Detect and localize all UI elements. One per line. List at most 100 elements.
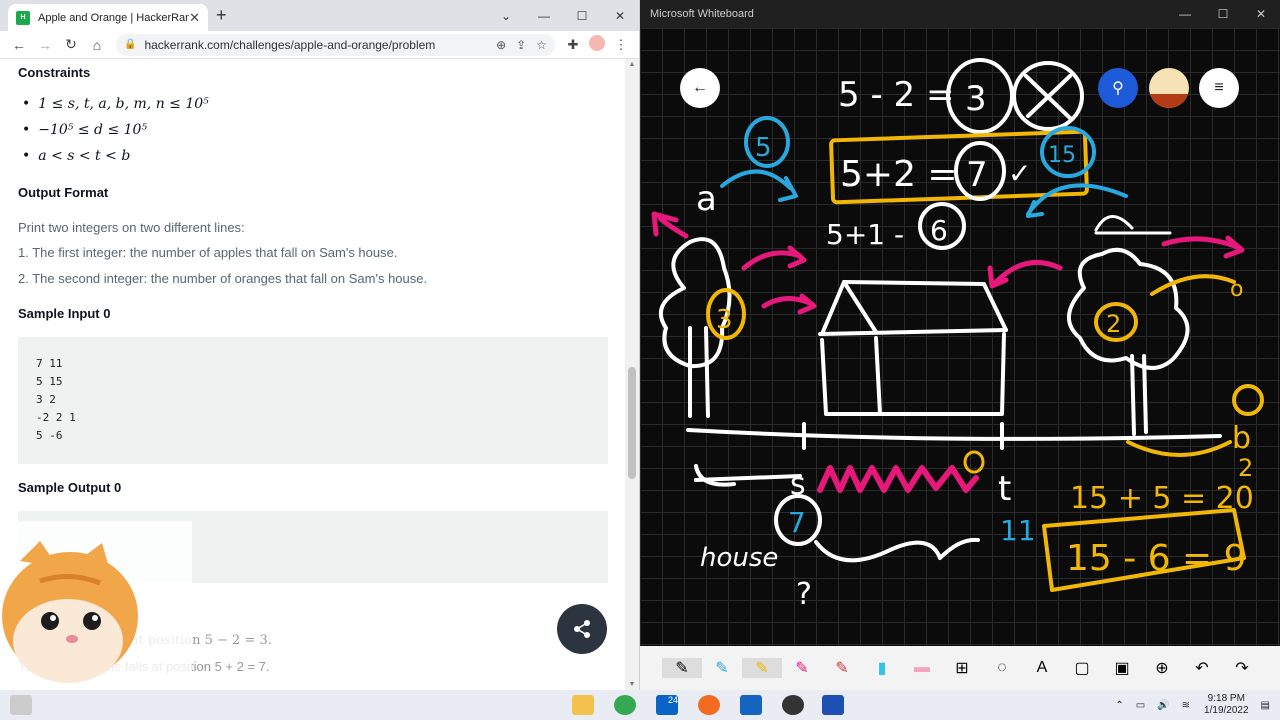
wb-close-icon[interactable]: ✕ [1242, 7, 1280, 21]
wb-back-button[interactable]: ← [680, 68, 720, 108]
tool-ruler-icon[interactable]: ⊞ [942, 658, 982, 678]
tool-pen-red[interactable]: ✎ [822, 658, 862, 678]
share-page-icon[interactable]: ⇪ [516, 38, 526, 52]
ink-house-word: house [700, 543, 778, 573]
notifications-icon[interactable]: ▤ [1261, 700, 1270, 711]
ink-cyan-7: 7 [788, 506, 806, 539]
whiteboard-app-icon[interactable] [740, 695, 762, 715]
tray-display-icon[interactable]: ▭ [1136, 700, 1145, 711]
share-icon [574, 620, 590, 638]
tool-lasso-icon[interactable]: ◌ [982, 659, 1022, 677]
ink-label-2: 2 [1238, 454, 1253, 482]
tool-highlighter[interactable]: ▮ [862, 658, 902, 678]
whiteboard-toolbar: ✎ ✎ ✎ ✎ ✎ ▮ ▬ ⊞ ◌ A ▢ ▣ ⊕ ↶ ↷ [640, 646, 1280, 690]
ink-label-a: a [696, 179, 717, 219]
browser-toolbar: ← → ↻ ⌂ 🔒 hackerrank.com/challenges/appl… [0, 31, 639, 59]
ink-cyan-5: 5 [755, 133, 772, 163]
redo-icon[interactable]: ↷ [1222, 658, 1262, 678]
close-window-icon[interactable]: ✕ [601, 9, 639, 23]
taskbar-clock[interactable]: 9:18 PM 1/19/2022 [1204, 693, 1249, 717]
ink-boxed-result: 7 [966, 155, 988, 195]
tray-chevron-icon[interactable]: ⌃ [1115, 700, 1123, 711]
whiteboard-title: Microsoft Whiteboard [650, 8, 754, 20]
ink-boxed-expr: 5+2 = [840, 154, 958, 195]
problem-page: Constraints 1 ≤ s, t, a, b, m, n ≤ 10⁵ −… [0, 59, 626, 690]
ink-question: ? [796, 577, 812, 612]
share-button[interactable] [557, 604, 607, 654]
wifi-icon[interactable]: ≋ [1182, 700, 1190, 711]
ink-label-o: o [1230, 277, 1243, 302]
wb-maximize-icon[interactable]: ☐ [1204, 7, 1242, 21]
wb-avatar[interactable] [1149, 68, 1189, 108]
ink-label-t: t [998, 469, 1011, 509]
ink-drawing: 5 - 2 = 3 5 a 5+2 = 7 ✓ 15 5+1 - 6 3 2 o… [651, 58, 1264, 612]
tool-image-icon[interactable]: ▣ [1102, 658, 1142, 678]
ink-top-result: 3 [965, 79, 987, 119]
tab-title: Apple and Orange | HackerRank [38, 11, 190, 24]
undo-icon[interactable]: ↶ [1182, 658, 1222, 678]
minimize-icon[interactable]: — [525, 9, 563, 23]
page-scrollbar[interactable]: ▲ ▼ [625, 59, 639, 690]
output-item: 2. The second integer: the number of ora… [18, 271, 428, 286]
start-windows-icon[interactable] [10, 695, 32, 715]
reload-icon[interactable]: ↻ [58, 36, 84, 53]
output-item: 1. The first integer: the number of appl… [18, 245, 398, 260]
output-intro: Print two integers on two different line… [18, 220, 245, 235]
wb-user-button[interactable]: ⚲ [1098, 68, 1138, 108]
extensions-puzzle-icon[interactable]: ✚ [561, 37, 585, 53]
ink-cyan-15: 15 [1048, 143, 1076, 168]
wb-menu-button[interactable]: ≡ [1199, 68, 1239, 108]
ink-eq2: 15 - 6 = 9 [1066, 538, 1247, 579]
constraint-item: −10⁵ ≤ d ≤ 10⁵ [22, 122, 147, 138]
user-avatar-icon [1149, 94, 1189, 108]
volume-icon[interactable]: 🔊 [1157, 700, 1169, 711]
sample-input-codeblock[interactable]: 7 11 5 15 3 2 -2 2 1 5 -6 [18, 337, 608, 464]
scroll-up-icon[interactable]: ▲ [625, 61, 639, 68]
tab-search-chevron-icon[interactable]: ⌄ [487, 9, 525, 23]
ink-top-expr: 5 - 2 = [838, 75, 954, 115]
tool-eraser[interactable]: ▬ [902, 659, 942, 677]
profile-avatar[interactable] [585, 35, 609, 54]
scrollbar-thumb[interactable] [628, 367, 636, 479]
new-tab-plus-icon[interactable]: + [216, 5, 227, 26]
forward-arrow-icon[interactable]: → [32, 37, 58, 53]
ink-mid-result: 6 [930, 214, 948, 247]
back-arrow-icon[interactable]: ← [6, 37, 32, 53]
clock-date: 1/19/2022 [1204, 705, 1249, 716]
chrome-icon[interactable] [614, 695, 636, 715]
maximize-icon[interactable]: ☐ [563, 9, 601, 23]
file-explorer-icon[interactable] [572, 695, 594, 715]
ink-apple-dist: 3 [716, 305, 733, 335]
tool-pen-black[interactable]: ✎ [662, 658, 702, 678]
mail-icon[interactable]: 24 [656, 695, 678, 715]
tab-close-icon[interactable]: ✕ [189, 10, 200, 26]
tool-note-icon[interactable]: ▢ [1062, 658, 1102, 678]
obs-icon[interactable] [782, 695, 804, 715]
code-line: -2 2 1 [36, 411, 76, 424]
home-icon[interactable]: ⌂ [84, 37, 110, 53]
address-bar[interactable]: 🔒 hackerrank.com/challenges/apple-and-or… [116, 33, 555, 56]
firefox-icon[interactable] [698, 695, 720, 715]
tool-pen-magenta[interactable]: ✎ [782, 658, 822, 678]
browser-menu-kebab-icon[interactable]: ⋮ [609, 37, 633, 53]
whiteboard-window-controls: — ☐ ✕ [1166, 0, 1280, 28]
ink-label-b: b [1232, 421, 1251, 456]
constraint-item: 1 ≤ s, t, a, b, m, n ≤ 10⁵ [22, 96, 209, 112]
lock-icon: 🔒 [124, 39, 137, 50]
scroll-down-icon[interactable]: ▼ [625, 681, 639, 688]
tab-apple-and-orange[interactable]: H Apple and Orange | HackerRank ✕ [8, 4, 208, 31]
hackerrank-favicon-icon: H [16, 10, 30, 25]
dev-app-icon[interactable] [822, 695, 844, 715]
whiteboard-titlebar: Microsoft Whiteboard — ☐ ✕ [640, 0, 1280, 28]
tool-pen-blue[interactable]: ✎ [702, 658, 742, 678]
whiteboard-canvas[interactable]: 5 - 2 = 3 5 a 5+2 = 7 ✓ 15 5+1 - 6 3 2 o… [640, 28, 1280, 646]
wb-minimize-icon[interactable]: — [1166, 7, 1204, 21]
zoom-icon[interactable]: ⊕ [496, 38, 506, 52]
browser-window-controls: ⌄ — ☐ ✕ [487, 0, 639, 31]
bookmark-star-icon[interactable]: ☆ [536, 38, 547, 52]
browser-window: H Apple and Orange | HackerRank ✕ + ⌄ — … [0, 0, 640, 690]
tool-text-icon[interactable]: A [1022, 659, 1062, 677]
code-line: 5 15 [36, 375, 63, 388]
tool-pen-yellow[interactable]: ✎ [742, 658, 782, 678]
tool-add-icon[interactable]: ⊕ [1142, 658, 1182, 678]
